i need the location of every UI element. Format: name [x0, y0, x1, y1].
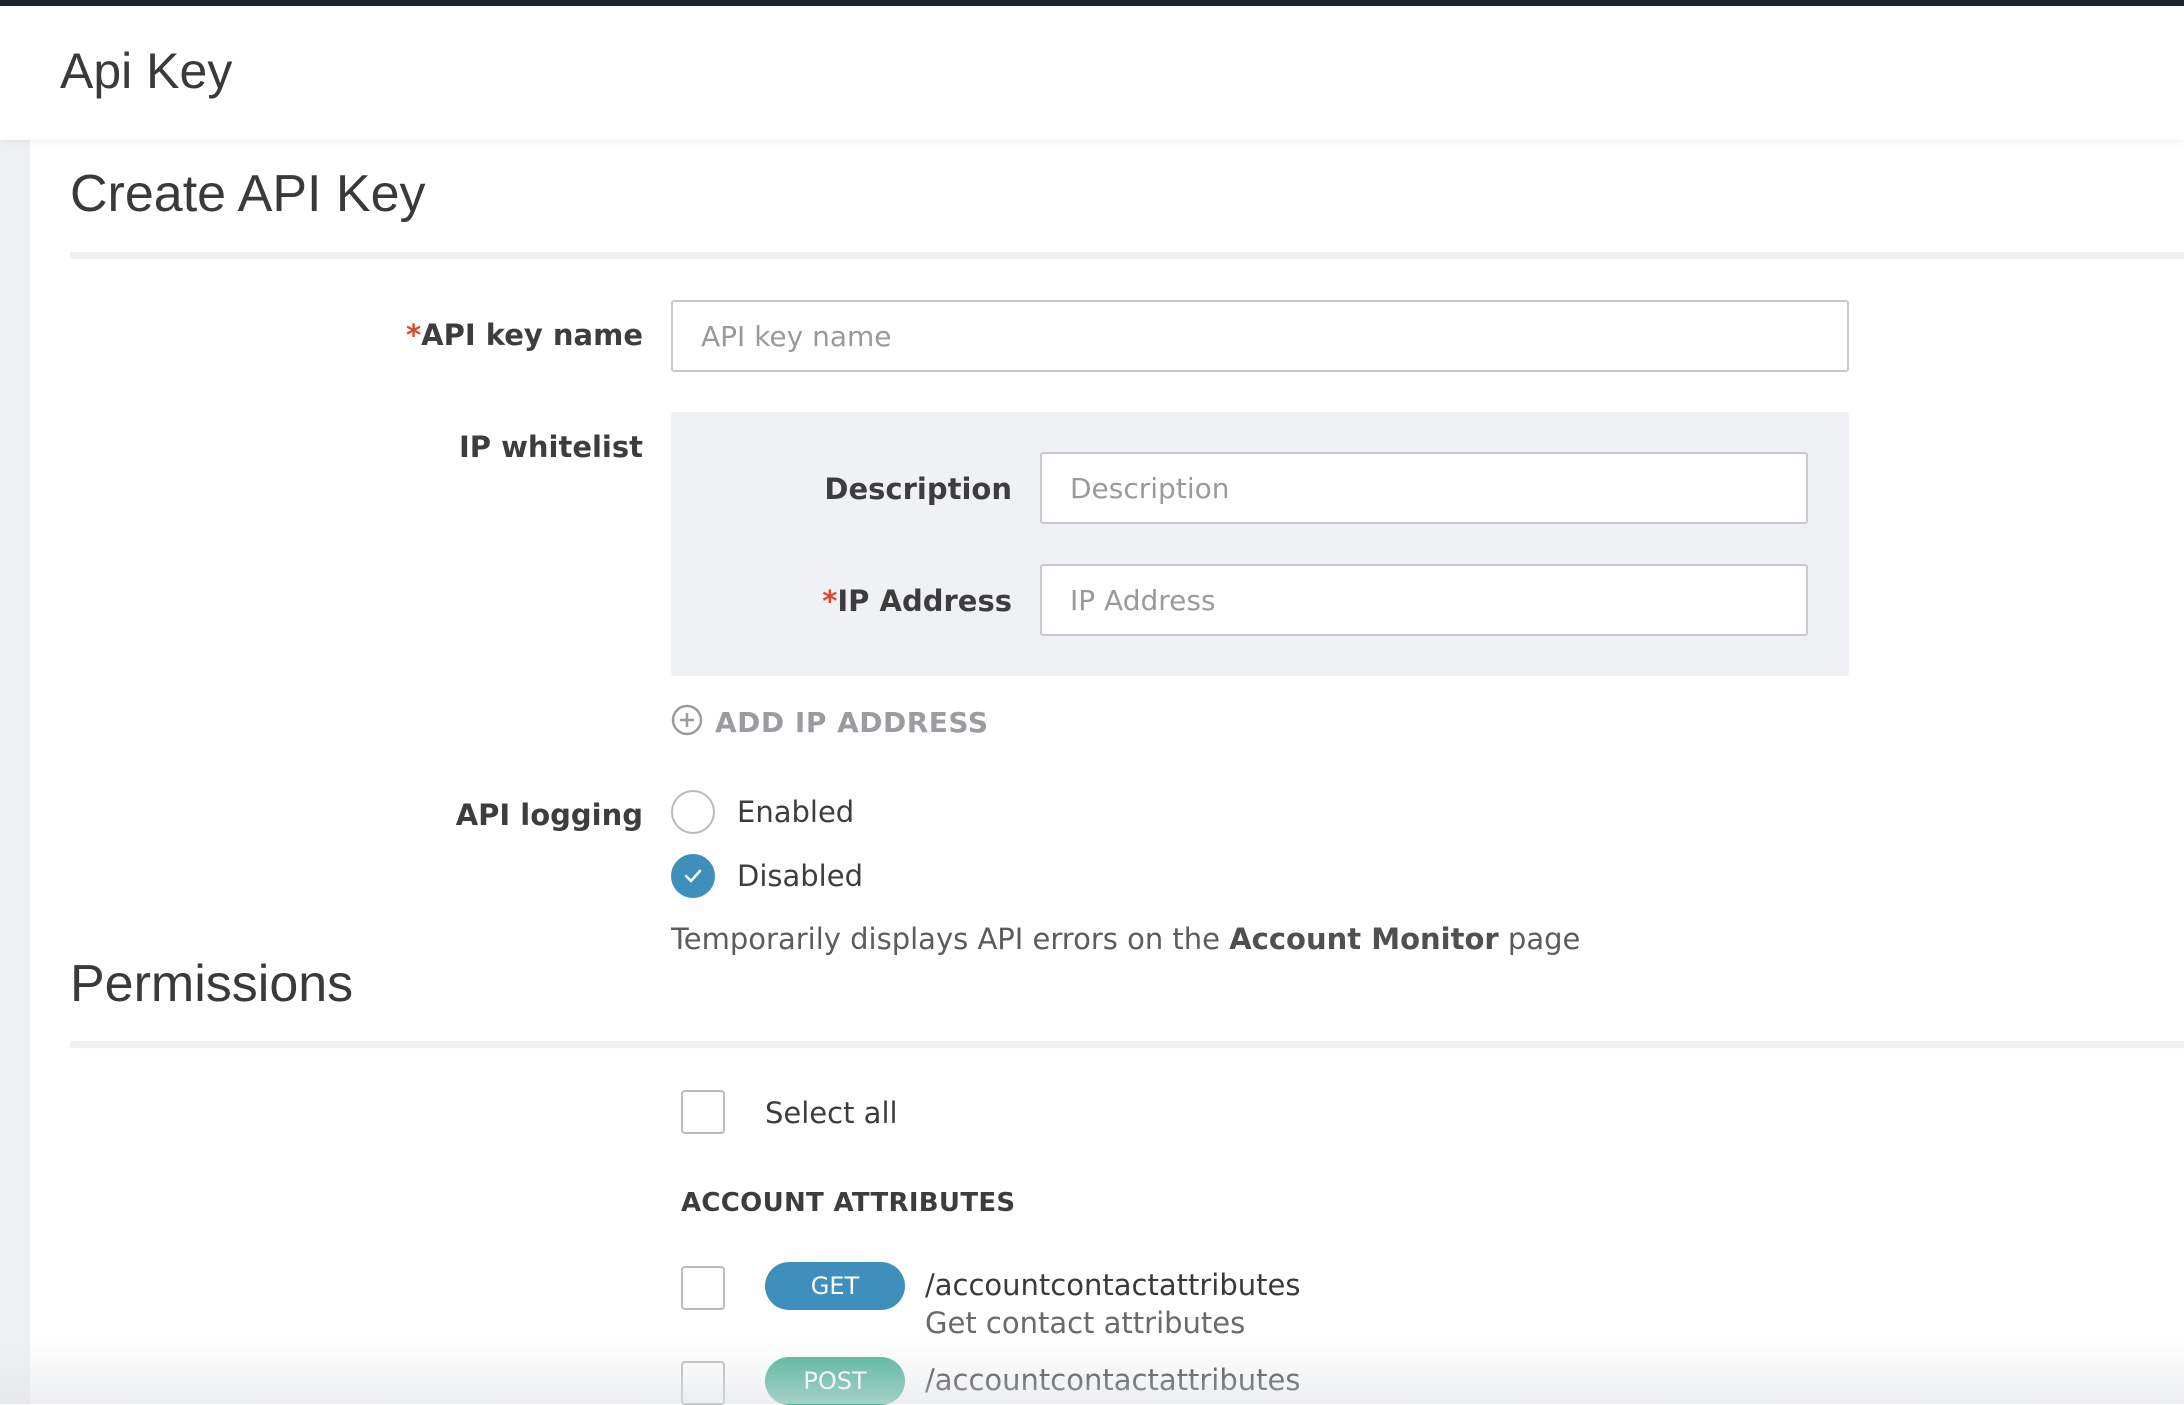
endpoint-checkbox[interactable]: [681, 1266, 725, 1310]
account-attributes-group-title: ACCOUNT ATTRIBUTES: [681, 1188, 1016, 1218]
ip-address-label: *IP Address: [822, 584, 1012, 618]
api-logging-help-text: Temporarily displays API errors on the A…: [671, 922, 1581, 956]
endpoint-path: /accountcontactattributes: [925, 1363, 1301, 1397]
description-input[interactable]: [1040, 452, 1808, 524]
api-logging-disabled-option[interactable]: Disabled: [671, 854, 863, 898]
post-method-badge: POST: [765, 1357, 905, 1405]
get-method-badge: GET: [765, 1262, 905, 1310]
add-ip-address-label: ADD IP ADDRESS: [715, 705, 989, 739]
add-ip-address-button[interactable]: ADD IP ADDRESS: [671, 702, 989, 742]
create-api-key-heading: Create API Key: [70, 165, 426, 223]
endpoint-path: /accountcontactattributes: [925, 1268, 1301, 1302]
select-all-label: Select all: [765, 1096, 898, 1130]
enabled-radio[interactable]: [671, 790, 715, 834]
required-mark: *: [405, 318, 422, 352]
enabled-radio-label: Enabled: [737, 795, 855, 829]
api-logging-label: API logging: [455, 798, 643, 832]
required-mark: *: [822, 584, 838, 618]
disabled-radio-label: Disabled: [737, 859, 863, 893]
ip-whitelist-panel: Description *IP Address: [671, 412, 1849, 676]
api-key-name-label: *API key name: [405, 318, 643, 352]
section-divider: [70, 252, 2184, 259]
page-header: Api Key: [0, 6, 2184, 140]
endpoint-description: Get contact attributes: [925, 1306, 1246, 1340]
check-icon: [684, 869, 702, 883]
ip-address-input[interactable]: [1040, 564, 1808, 636]
section-divider: [70, 1041, 2184, 1048]
ip-whitelist-label: IP whitelist: [458, 430, 643, 464]
api-logging-enabled-option[interactable]: Enabled: [671, 790, 854, 834]
endpoint-checkbox[interactable]: [681, 1361, 725, 1405]
left-sidebar-strip: [0, 140, 30, 1404]
api-key-name-input[interactable]: [671, 300, 1849, 372]
page-title: Api Key: [60, 43, 233, 99]
description-label: Description: [824, 472, 1012, 506]
permissions-heading: Permissions: [70, 955, 354, 1013]
select-all-checkbox[interactable]: [681, 1090, 725, 1134]
plus-circle-icon: [671, 704, 703, 741]
account-monitor-link: Account Monitor: [1229, 922, 1499, 956]
disabled-radio[interactable]: [671, 854, 715, 898]
